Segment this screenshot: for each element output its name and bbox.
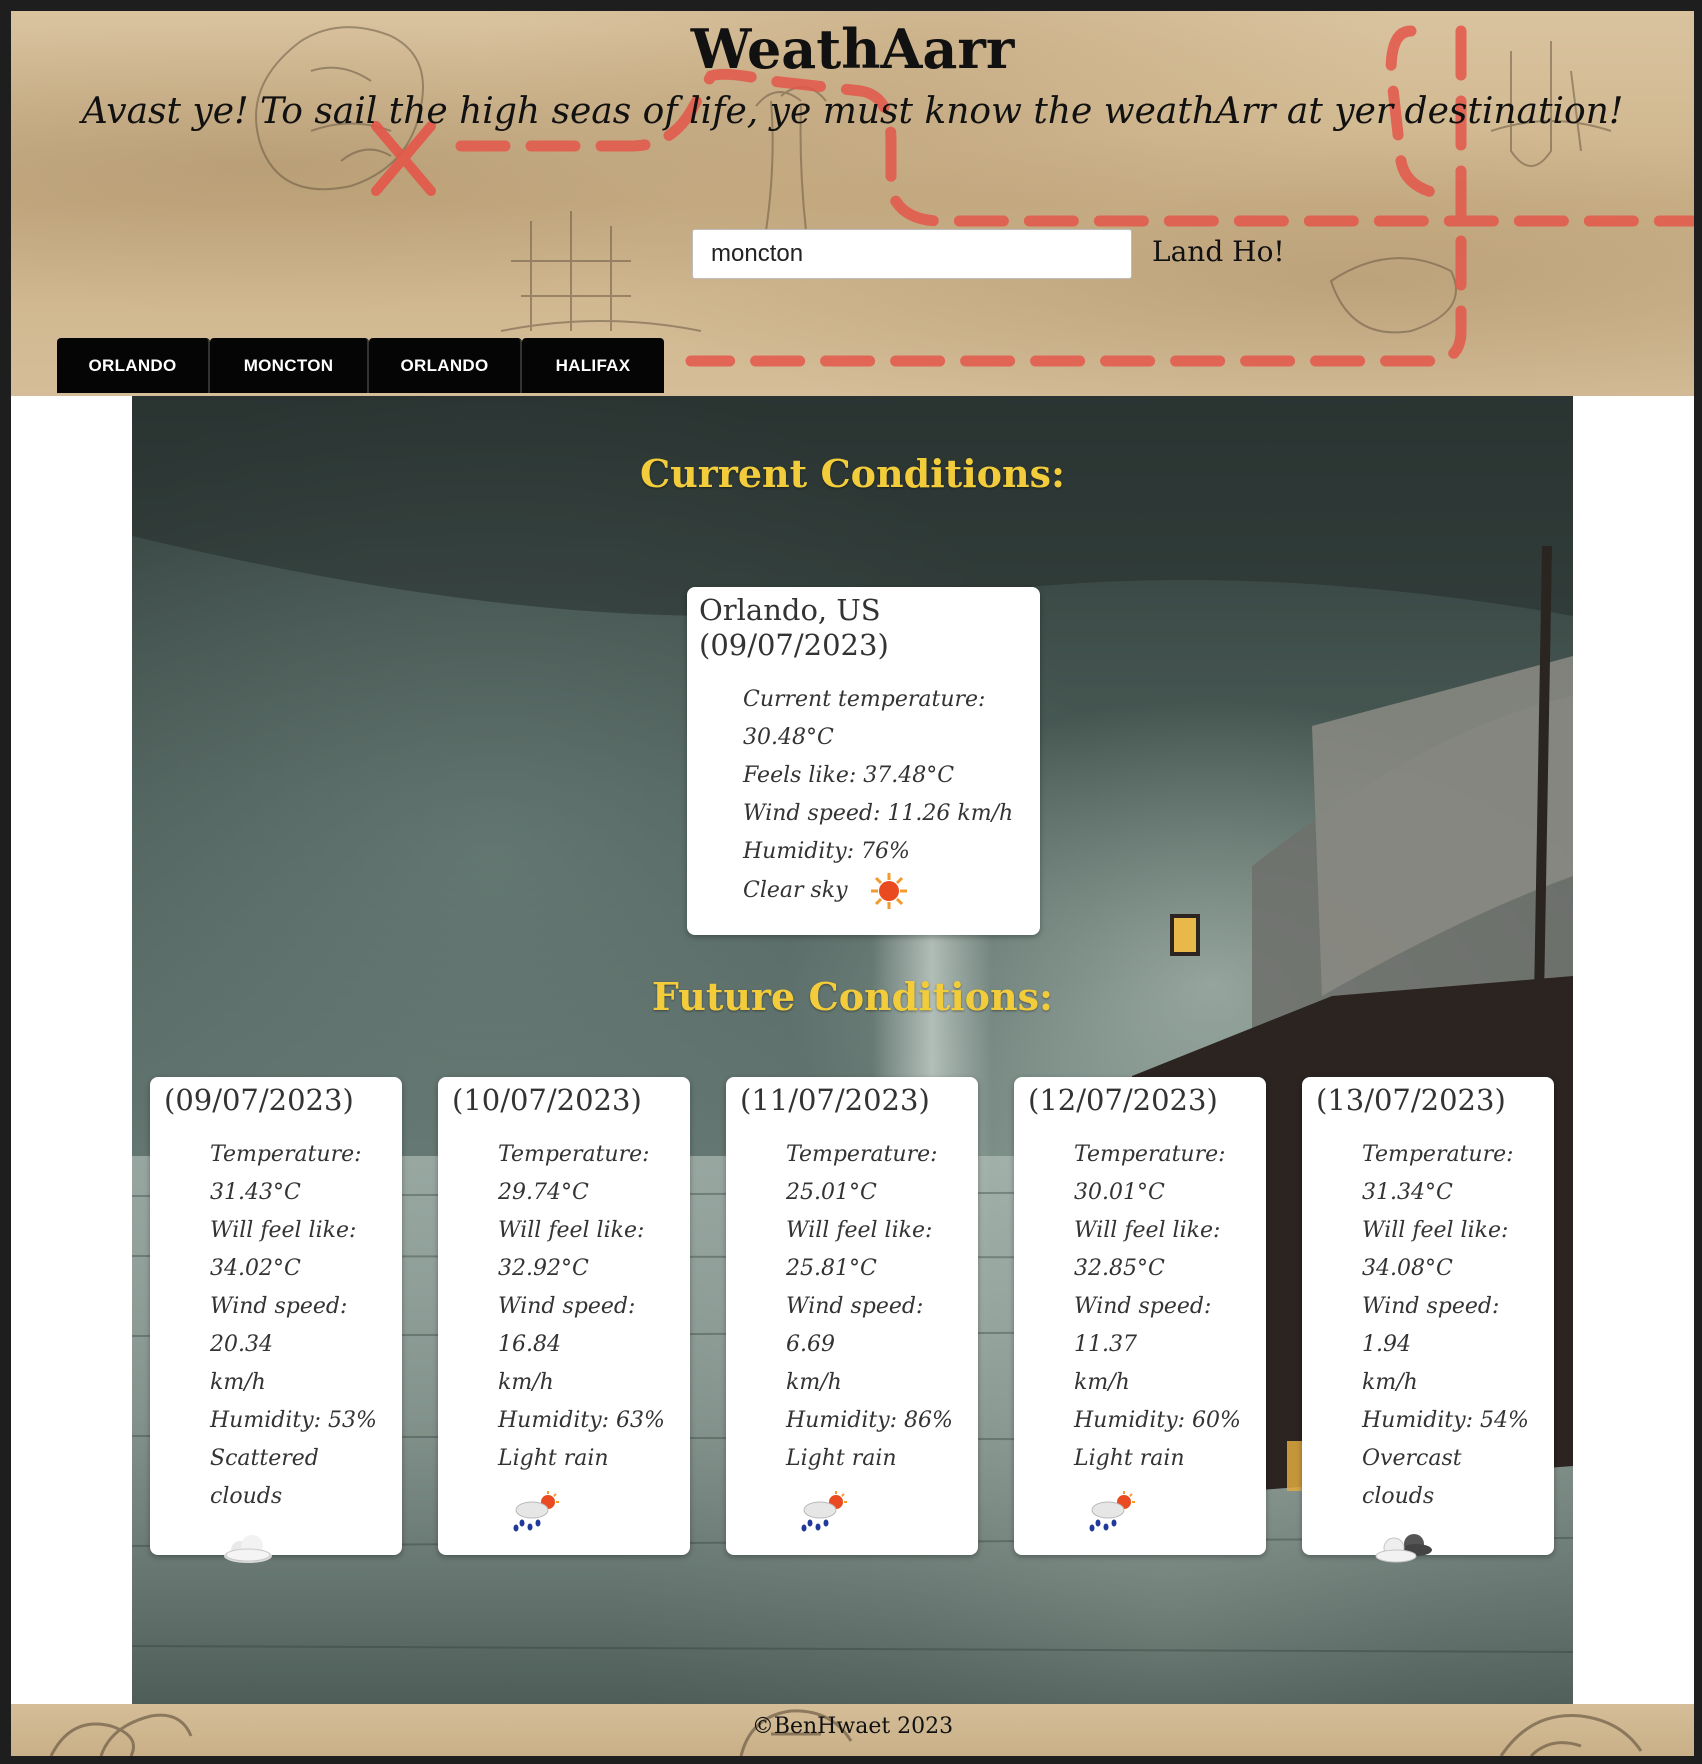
cloud-icon: [224, 1535, 272, 1563]
forecast-feels-like: 34.02°C: [210, 1256, 301, 1281]
forecast-feels-like: 25.81°C: [786, 1256, 877, 1281]
forecast-card: (10/07/2023) Temperature: 29.74°C Will f…: [438, 1077, 690, 1555]
forecast-card: (12/07/2023) Temperature: 30.01°C Will f…: [1014, 1077, 1266, 1555]
forecast-details-list: Temperature: 30.01°C Will feel like: 32.…: [1074, 1136, 1252, 1478]
forecast-temperature: 29.74°C: [498, 1180, 589, 1205]
history-button-moncton[interactable]: MONCTON: [210, 338, 369, 393]
footer-copyright: ©BenHwaet 2023: [751, 1714, 954, 1739]
history-button-halifax[interactable]: HALIFAX: [522, 338, 664, 393]
search-history-tabs: ORLANDO MONCTON ORLANDO HALIFAX: [57, 338, 664, 393]
forecast-temperature: 30.01°C: [1074, 1180, 1165, 1205]
forecast-temperature-label: Temperature:: [786, 1142, 938, 1167]
forecast-temperature-label: Temperature:: [498, 1142, 650, 1167]
forecast-feels-like-label: Will feel like:: [786, 1218, 933, 1243]
future-conditions-heading: Future Conditions:: [651, 974, 1054, 1019]
forecast-feels-like: 34.08°C: [1362, 1256, 1453, 1281]
weather-main-panel: Current Conditions: Orlando, US (09/07/2…: [132, 396, 1573, 1704]
current-humidity: Humidity: 76%: [743, 839, 910, 864]
forecast-description: Light rain: [498, 1446, 609, 1471]
forecast-humidity: Humidity: 63%: [498, 1408, 665, 1433]
sun-rain-icon: [1089, 1491, 1135, 1532]
forecast-feels-like: 32.85°C: [1074, 1256, 1165, 1281]
forecast-wind-speed: Wind speed: 11.37: [1074, 1294, 1212, 1357]
current-description: Clear sky: [743, 878, 848, 903]
footer: ©BenHwaet 2023: [11, 1704, 1694, 1756]
forecast-wind-unit: km/h: [1074, 1370, 1130, 1395]
forecast-wind-unit: km/h: [210, 1370, 266, 1395]
forecast-date: (12/07/2023): [1028, 1083, 1218, 1117]
forecast-card: (13/07/2023) Temperature: 31.34°C Will f…: [1302, 1077, 1554, 1563]
forecast-wind-speed: Wind speed: 16.84: [498, 1294, 636, 1357]
forecast-wind-speed: Wind speed: 6.69: [786, 1294, 924, 1357]
forecast-wind-speed: Wind speed: 1.94: [1362, 1294, 1500, 1357]
forecast-humidity: Humidity: 86%: [786, 1408, 953, 1433]
forecast-temperature: 31.34°C: [1362, 1180, 1453, 1205]
history-button-orlando-2[interactable]: ORLANDO: [369, 338, 522, 393]
forecast-description: Scattered clouds: [210, 1446, 319, 1509]
page-frame: WeathAarr Avast ye! To sail the high sea…: [11, 11, 1694, 1756]
forecast-humidity: Humidity: 54%: [1362, 1408, 1529, 1433]
current-date: (09/07/2023): [699, 628, 889, 662]
land-ho-search-button[interactable]: Land Ho!: [1152, 235, 1285, 268]
forecast-wind-unit: km/h: [786, 1370, 842, 1395]
sun-rain-icon: [801, 1491, 847, 1532]
forecast-feels-like-label: Will feel like:: [1074, 1218, 1221, 1243]
current-details-list: Current temperature: 30.48°C Feels like:…: [743, 681, 1028, 911]
current-wind-speed: Wind speed: 11.26 km/h: [743, 801, 1014, 826]
forecast-feels-like-label: Will feel like:: [1362, 1218, 1509, 1243]
forecast-details-list: Temperature: 31.34°C Will feel like: 34.…: [1362, 1136, 1540, 1516]
current-description-row: Clear sky: [743, 871, 1028, 911]
forecast-feels-like: 32.92°C: [498, 1256, 589, 1281]
forecast-temperature-label: Temperature:: [210, 1142, 362, 1167]
forecast-card: (09/07/2023) Temperature: 31.43°C Will f…: [150, 1077, 402, 1563]
forecast-description: Light rain: [1074, 1446, 1185, 1471]
forecast-description: Overcast clouds: [1362, 1446, 1462, 1509]
forecast-date: (09/07/2023): [164, 1083, 354, 1117]
history-button-orlando[interactable]: ORLANDO: [57, 338, 210, 393]
forecast-wind-unit: km/h: [498, 1370, 554, 1395]
forecast-date: (10/07/2023): [452, 1083, 642, 1117]
tagline: Avast ye! To sail the high seas of life,…: [81, 91, 1624, 132]
forecast-humidity: Humidity: 60%: [1074, 1408, 1241, 1433]
forecast-details-list: Temperature: 29.74°C Will feel like: 32.…: [498, 1136, 676, 1478]
forecast-temperature-label: Temperature:: [1074, 1142, 1226, 1167]
current-feels-like: Feels like: 37.48°C: [743, 763, 955, 788]
current-weather-card: Orlando, US (09/07/2023) Current tempera…: [687, 587, 1040, 935]
forecast-wind-unit: km/h: [1362, 1370, 1418, 1395]
site-title: WeathAarr: [690, 17, 1015, 81]
forecast-temperature-label: Temperature:: [1362, 1142, 1514, 1167]
city-search-input[interactable]: [692, 229, 1132, 279]
forecast-feels-like-label: Will feel like:: [498, 1218, 645, 1243]
forecast-description: Light rain: [786, 1446, 897, 1471]
forecast-humidity: Humidity: 53%: [210, 1408, 377, 1433]
forecast-temperature: 25.01°C: [786, 1180, 877, 1205]
sun-icon: [870, 873, 907, 909]
forecast-feels-like-label: Will feel like:: [210, 1218, 357, 1243]
forecast-details-list: Temperature: 25.01°C Will feel like: 25.…: [786, 1136, 964, 1478]
current-city: Orlando, US: [699, 593, 881, 627]
current-conditions-heading: Current Conditions:: [639, 451, 1066, 496]
header: WeathAarr Avast ye! To sail the high sea…: [11, 11, 1694, 396]
forecast-temperature: 31.43°C: [210, 1180, 301, 1205]
forecast-date: (11/07/2023): [740, 1083, 930, 1117]
forecast-card: (11/07/2023) Temperature: 25.01°C Will f…: [726, 1077, 978, 1555]
forecast-details-list: Temperature: 31.43°C Will feel like: 34.…: [210, 1136, 388, 1516]
forecast-date: (13/07/2023): [1316, 1083, 1506, 1117]
current-temperature: Current temperature: 30.48°C: [743, 687, 986, 750]
overcast-icon: [1375, 1534, 1432, 1563]
sun-rain-icon: [513, 1491, 559, 1532]
forecast-wind-speed: Wind speed: 20.34: [210, 1294, 348, 1357]
